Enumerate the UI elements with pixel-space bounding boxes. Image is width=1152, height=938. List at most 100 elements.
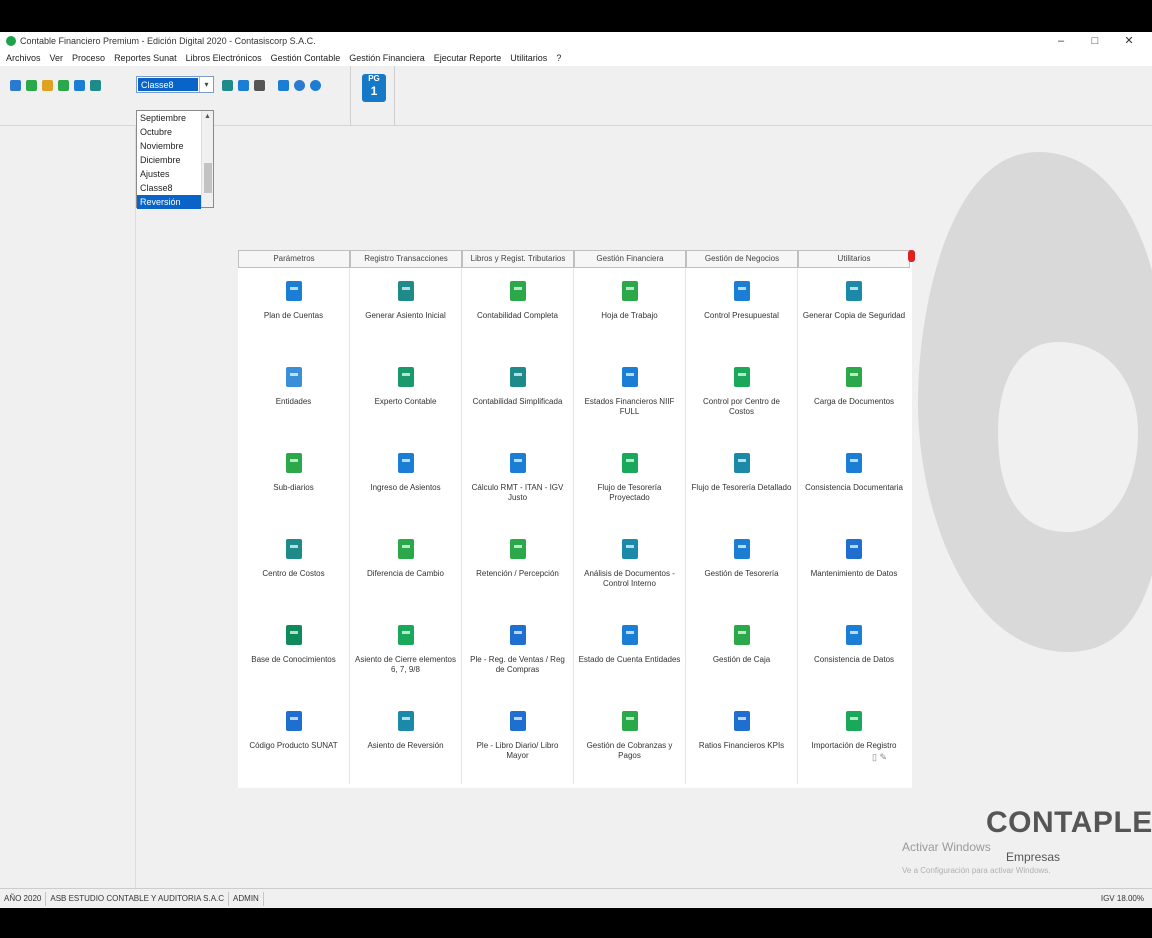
tab-parametros[interactable]: Parámetros	[238, 250, 350, 268]
module-button[interactable]: Entidades	[238, 354, 349, 440]
module-button[interactable]: Asiento de Cierre elementos 6, 7, 9/8	[350, 612, 461, 698]
module-label: Generar Copia de Seguridad	[802, 311, 906, 320]
module-button[interactable]: Plan de Cuentas	[238, 268, 349, 354]
expert-icon	[393, 362, 419, 392]
module-button[interactable]: Generar Asiento Inicial	[350, 268, 461, 354]
period-option[interactable]: Octubre	[137, 125, 201, 139]
toolbar-separator	[394, 66, 395, 126]
tool-db-icon[interactable]	[222, 79, 233, 91]
brand-name: CONTAPLE	[986, 806, 1152, 839]
module-button[interactable]: Consistencia Documentaria	[798, 440, 910, 526]
activate-windows-text: Activar Windows	[902, 840, 991, 854]
entry-icon	[393, 448, 419, 478]
scroll-thumb[interactable]	[204, 163, 212, 193]
module-button[interactable]: Ingreso de Asientos	[350, 440, 461, 526]
ple-icon	[505, 620, 531, 650]
menu-gestion-contable[interactable]: Gestión Contable	[271, 53, 341, 63]
menu-gestion-financiera[interactable]: Gestión Financiera	[349, 53, 425, 63]
period-dropdown-list[interactable]: Septiembre Octubre Noviembre Diciembre A…	[136, 110, 214, 209]
module-label: Entidades	[275, 397, 312, 406]
module-button[interactable]: Control Presupuestal	[686, 268, 797, 354]
module-label: Contabilidad Completa	[477, 311, 558, 320]
tool-info-icon[interactable]	[294, 79, 305, 91]
module-button[interactable]: Generar Copia de Seguridad	[798, 268, 910, 354]
close-button[interactable]: ✕	[1112, 32, 1146, 50]
pg1-button[interactable]: PG 1	[362, 74, 386, 102]
pin-icon[interactable]: ▯ ✎	[872, 752, 887, 763]
menu-archivos[interactable]: Archivos	[6, 53, 41, 63]
module-button[interactable]: Retención / Percepción	[462, 526, 573, 612]
tab-gestion-financiera[interactable]: Gestión Financiera	[574, 250, 686, 268]
menu-utilitarios[interactable]: Utilitarios	[510, 53, 547, 63]
tool-headset-icon[interactable]	[310, 79, 321, 91]
module-button[interactable]: Análisis de Documentos - Control Interno	[574, 526, 685, 612]
module-button[interactable]: Asiento de Reversión	[350, 698, 461, 784]
scroll-up-icon[interactable]: ▲	[202, 111, 213, 123]
tab-utilitarios[interactable]: Utilitarios	[798, 250, 910, 268]
chevron-down-icon[interactable]: ▾	[199, 77, 213, 92]
menu-libros-electronicos[interactable]: Libros Electrónicos	[186, 53, 262, 63]
period-option[interactable]: Septiembre	[137, 111, 201, 125]
module-button[interactable]: Flujo de Tesorería Proyectado	[574, 440, 685, 526]
dropdown-scrollbar[interactable]: ▲	[201, 111, 213, 207]
module-button[interactable]: Mantenimiento de Datos	[798, 526, 910, 612]
module-button[interactable]: Control por Centro de Costos	[686, 354, 797, 440]
module-button[interactable]: Gestión de Cobranzas y Pagos	[574, 698, 685, 784]
period-option-selected[interactable]: Reversión	[137, 195, 201, 209]
chart-simple-icon	[505, 362, 531, 392]
ple-book-icon	[505, 706, 531, 736]
module-button[interactable]: Consistencia de Datos	[798, 612, 910, 698]
module-button[interactable]: Experto Contable	[350, 354, 461, 440]
period-option[interactable]: Noviembre	[137, 139, 201, 153]
module-button[interactable]: Ple - Libro Diario/ Libro Mayor	[462, 698, 573, 784]
period-option[interactable]: Ajustes	[137, 167, 201, 181]
window-title: Contable Financiero Premium - Edición Di…	[20, 36, 316, 46]
tool-ledger-icon[interactable]	[90, 79, 101, 91]
tool-save-icon[interactable]	[238, 79, 249, 91]
module-button[interactable]: Estados Financieros NIIF FULL	[574, 354, 685, 440]
minimize-button[interactable]: –	[1044, 32, 1078, 50]
period-option[interactable]: Classe8	[137, 181, 201, 195]
module-button[interactable]: Contabilidad Simplificada	[462, 354, 573, 440]
cashflow-icon	[617, 448, 643, 478]
tool-edit-icon[interactable]	[58, 79, 69, 91]
tool-users-icon[interactable]	[10, 79, 21, 91]
tool-report-icon[interactable]	[278, 79, 289, 91]
menu-help[interactable]: ?	[556, 53, 561, 63]
module-button[interactable]: Cálculo RMT - ITAN - IGV Justo	[462, 440, 573, 526]
tool-person-icon[interactable]	[42, 79, 53, 91]
module-button[interactable]: Hoja de Trabajo	[574, 268, 685, 354]
module-label: Ple - Reg. de Ventas / Reg de Compras	[470, 655, 565, 674]
menu-ejecutar-reporte[interactable]: Ejecutar Reporte	[434, 53, 502, 63]
toolbar-separator	[350, 66, 351, 126]
maximize-button[interactable]: □	[1078, 32, 1112, 50]
period-option[interactable]: Diciembre	[137, 153, 201, 167]
module-button[interactable]: Importación de Registro	[798, 698, 910, 784]
tab-gestion-negocios[interactable]: Gestión de Negocios	[686, 250, 798, 268]
module-button[interactable]: Ratios Financieros KPIs	[686, 698, 797, 784]
module-button[interactable]: Estado de Cuenta Entidades	[574, 612, 685, 698]
module-button[interactable]: Carga de Documentos	[798, 354, 910, 440]
tab-registro-transacciones[interactable]: Registro Transacciones	[350, 250, 462, 268]
menu-ver[interactable]: Ver	[50, 53, 64, 63]
module-button[interactable]: Base de Conocimientos	[238, 612, 349, 698]
module-button[interactable]: Gestión de Caja	[686, 612, 797, 698]
menu-proceso[interactable]: Proceso	[72, 53, 105, 63]
tab-libros-tributarios[interactable]: Libros y Regist. Tributarios	[462, 250, 574, 268]
module-button[interactable]: Centro de Costos	[238, 526, 349, 612]
module-button[interactable]: Gestión de Tesorería	[686, 526, 797, 612]
module-button[interactable]: Ple - Reg. de Ventas / Reg de Compras	[462, 612, 573, 698]
tool-print-icon[interactable]	[254, 79, 265, 91]
module-button[interactable]: Diferencia de Cambio	[350, 526, 461, 612]
menu-reportes-sunat[interactable]: Reportes Sunat	[114, 53, 177, 63]
head-icon	[281, 620, 307, 650]
module-button[interactable]: Sub-diarios	[238, 440, 349, 526]
period-combo[interactable]: Classe8 ▾	[136, 76, 214, 93]
module-button[interactable]: Código Producto SUNAT	[238, 698, 349, 784]
module-button[interactable]: Flujo de Tesorería Detallado	[686, 440, 797, 526]
module-button[interactable]: Contabilidad Completa	[462, 268, 573, 354]
tool-chart-icon[interactable]	[26, 79, 37, 91]
exchange-icon	[393, 534, 419, 564]
tool-book-icon[interactable]	[74, 79, 85, 91]
module-label: Ple - Libro Diario/ Libro Mayor	[476, 741, 559, 760]
